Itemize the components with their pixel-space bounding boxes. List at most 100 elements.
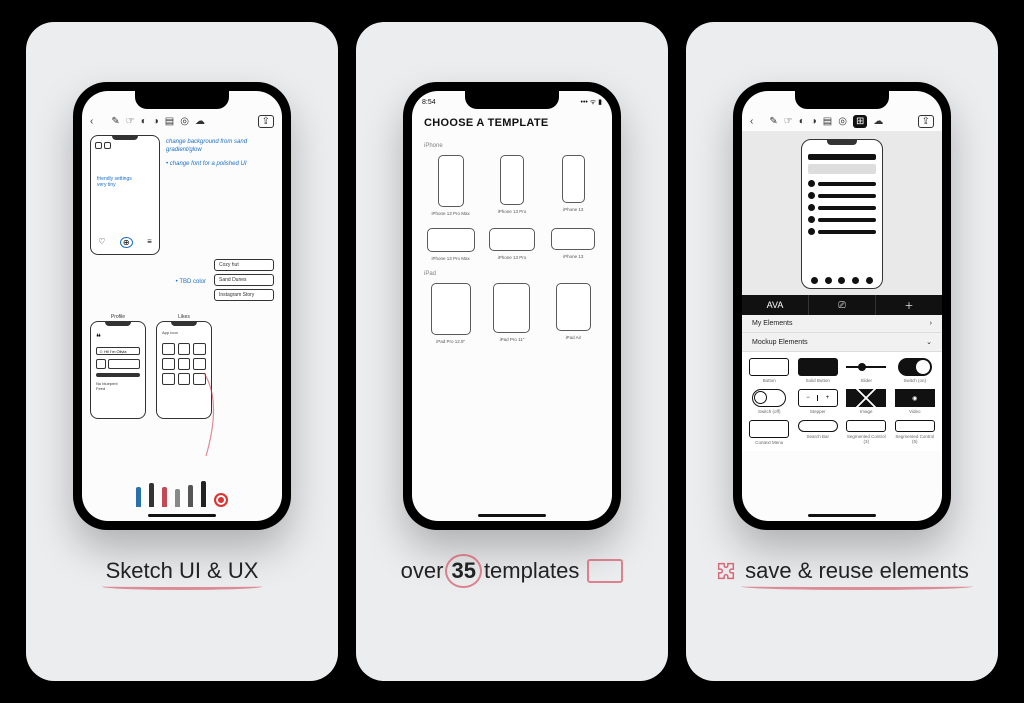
- section-my-elements[interactable]: My Elements›: [742, 315, 942, 333]
- home-indicator: [148, 514, 216, 517]
- tab-add-icon[interactable]: ＋: [876, 295, 942, 315]
- caption-1: Sketch UI & UX: [106, 558, 259, 584]
- back-icon[interactable]: ‹: [750, 116, 753, 127]
- elements-grid: Button Solid Button Slider Switch (on) S…: [742, 352, 942, 451]
- element-image[interactable]: Image: [843, 387, 890, 416]
- shape-icon[interactable]: ◎: [838, 116, 847, 127]
- template-item[interactable]: iPad Air: [547, 283, 600, 344]
- pen-ink[interactable]: [201, 481, 206, 507]
- section-label-iphone: iPhone: [412, 133, 612, 151]
- template-item[interactable]: iPhone 13: [547, 228, 600, 261]
- pen-black[interactable]: [149, 483, 154, 507]
- template-grid-landscape: iPhone 13 Pro Max iPhone 13 Pro iPhone 1…: [412, 224, 612, 261]
- text-icon[interactable]: ▤: [823, 116, 832, 127]
- share-icon[interactable]: ⇪: [258, 115, 274, 128]
- elements-icon[interactable]: ⊞: [853, 115, 867, 128]
- element-button[interactable]: Button: [746, 356, 793, 385]
- share-icon[interactable]: ⇪: [918, 115, 934, 128]
- pen-grey[interactable]: [175, 489, 180, 507]
- home-indicator: [478, 514, 546, 517]
- wireframe-list[interactable]: Cozy hut Sand Dunes Instagram Story: [214, 259, 274, 304]
- notch: [135, 91, 229, 109]
- section-mockup-elements[interactable]: Mockup Elements⌄: [742, 333, 942, 352]
- template-item[interactable]: iPhone 13 Pro Max: [424, 228, 477, 261]
- status-icons: ••• ᯤ ▮: [581, 98, 603, 107]
- editor-toolbar: ‹ ✎ ☞ ◐ ◑ ▤ ◎ ☁ ⇪: [82, 111, 282, 131]
- text-icon[interactable]: ▤: [165, 116, 174, 127]
- pen-dark[interactable]: [188, 485, 193, 507]
- template-item[interactable]: iPad Pro 12.9": [424, 283, 477, 344]
- caption-3: save & reuse elements: [715, 558, 969, 584]
- pen-blue[interactable]: [136, 487, 141, 507]
- canvas-preview[interactable]: [742, 131, 942, 295]
- showcase-card-1: ‹ ✎ ☞ ◐ ◑ ▤ ◎ ☁ ⇪: [26, 22, 338, 681]
- showcase-card-3: ‹ ✎ ☞ ◐ ◑ ▤ ◎ ⊞ ☁ ⇪: [686, 22, 998, 681]
- wf-label: Likes: [178, 314, 190, 320]
- wireframe-phone-main[interactable]: friendly settingsvery tiny ♡ ⊕ ≡: [90, 135, 160, 255]
- back-icon[interactable]: ‹: [90, 116, 93, 127]
- shape-icon[interactable]: ◎: [180, 116, 189, 127]
- wireframe-phone-profile[interactable]: ❝ ☺ Hi! I'm Olivia No blueprintFeed: [90, 321, 146, 419]
- list-row[interactable]: Cozy hut: [214, 259, 274, 271]
- tab-text[interactable]: AVA: [742, 295, 809, 315]
- element-segmented-3[interactable]: Segmented Control (3): [843, 418, 890, 447]
- handwritten-note-1: change background from sand gradient/glo…: [166, 139, 274, 155]
- mockup-preview-phone[interactable]: [801, 139, 883, 289]
- contrast-icon[interactable]: ◑: [811, 116, 817, 127]
- element-switch-on[interactable]: Switch (on): [892, 356, 939, 385]
- pen-tray[interactable]: [82, 473, 282, 507]
- wf-label: Profile: [111, 314, 125, 320]
- phone-frame: ‹ ✎ ☞ ◐ ◑ ▤ ◎ ☁ ⇪: [73, 82, 291, 530]
- annotation-rect: [587, 559, 623, 583]
- element-context-menu[interactable]: Context Menu: [746, 418, 793, 447]
- sketch-canvas[interactable]: friendly settingsvery tiny ♡ ⊕ ≡ change …: [82, 131, 282, 419]
- pointer-icon[interactable]: ☞: [126, 116, 135, 127]
- home-indicator: [808, 514, 876, 517]
- puzzle-icon: [715, 560, 737, 582]
- list-row[interactable]: Sand Dunes: [214, 274, 274, 286]
- notch: [465, 91, 559, 109]
- notch: [795, 91, 889, 109]
- template-item[interactable]: iPhone 13: [547, 155, 600, 216]
- showcase-stage: ‹ ✎ ☞ ◐ ◑ ▤ ◎ ☁ ⇪: [0, 0, 1024, 703]
- template-item[interactable]: iPhone 13 Pro: [485, 155, 538, 216]
- eraser-icon[interactable]: ◐: [799, 116, 805, 127]
- contrast-icon[interactable]: ◑: [153, 116, 159, 127]
- template-item[interactable]: iPhone 13 Pro Max: [424, 155, 477, 216]
- section-label-ipad: iPad: [412, 261, 612, 279]
- template-grid-ipad: iPad Pro 12.9" iPad Pro 11" iPad Air: [412, 279, 612, 344]
- phone-frame: ‹ ✎ ☞ ◐ ◑ ▤ ◎ ⊞ ☁ ⇪: [733, 82, 951, 530]
- template-grid-portrait: iPhone 13 Pro Max iPhone 13 Pro iPhone 1…: [412, 151, 612, 216]
- element-solid-button[interactable]: Solid Button: [795, 356, 842, 385]
- template-item[interactable]: iPhone 13 Pro: [485, 228, 538, 261]
- element-segmented-5[interactable]: Segmented Control (5): [892, 418, 939, 447]
- template-item[interactable]: iPad Pro 11": [485, 283, 538, 344]
- screen-templates: 8:54 ••• ᯤ ▮ CHOOSE A TEMPLATE iPhone iP…: [412, 91, 612, 521]
- element-stepper[interactable]: −+Stepper: [795, 387, 842, 416]
- element-video[interactable]: ◉Video: [892, 387, 939, 416]
- list-row[interactable]: Instagram Story: [214, 289, 274, 301]
- pencil-icon[interactable]: ✎: [111, 116, 119, 127]
- tab-device-icon[interactable]: ⎚: [809, 295, 876, 315]
- cloud-icon[interactable]: ☁: [195, 116, 205, 127]
- handwritten-note-2: • change font for a polished UI: [166, 161, 274, 169]
- element-slider[interactable]: Slider: [843, 356, 890, 385]
- chevron-right-icon: ›: [930, 320, 932, 327]
- status-time: 8:54: [422, 99, 436, 106]
- cloud-icon[interactable]: ☁: [873, 116, 883, 127]
- screen-sketch: ‹ ✎ ☞ ◐ ◑ ▤ ◎ ☁ ⇪: [82, 91, 282, 521]
- element-category-tabs[interactable]: AVA ⎚ ＋: [742, 295, 942, 315]
- pencil-icon[interactable]: ✎: [769, 116, 777, 127]
- showcase-card-2: 8:54 ••• ᯤ ▮ CHOOSE A TEMPLATE iPhone iP…: [356, 22, 668, 681]
- phone-frame: 8:54 ••• ᯤ ▮ CHOOSE A TEMPLATE iPhone iP…: [403, 82, 621, 530]
- pointer-icon[interactable]: ☞: [784, 116, 793, 127]
- chevron-down-icon: ⌄: [926, 338, 932, 346]
- element-switch-off[interactable]: Switch (off): [746, 387, 793, 416]
- caption-2: over 35 templates: [401, 558, 624, 584]
- color-swatch[interactable]: [214, 493, 228, 507]
- eraser-icon[interactable]: ◐: [141, 116, 147, 127]
- editor-toolbar: ‹ ✎ ☞ ◐ ◑ ▤ ◎ ⊞ ☁ ⇪: [742, 111, 942, 131]
- pen-red[interactable]: [162, 487, 167, 507]
- arrow-annotation: [202, 371, 232, 461]
- element-search-bar[interactable]: Search Bar: [795, 418, 842, 447]
